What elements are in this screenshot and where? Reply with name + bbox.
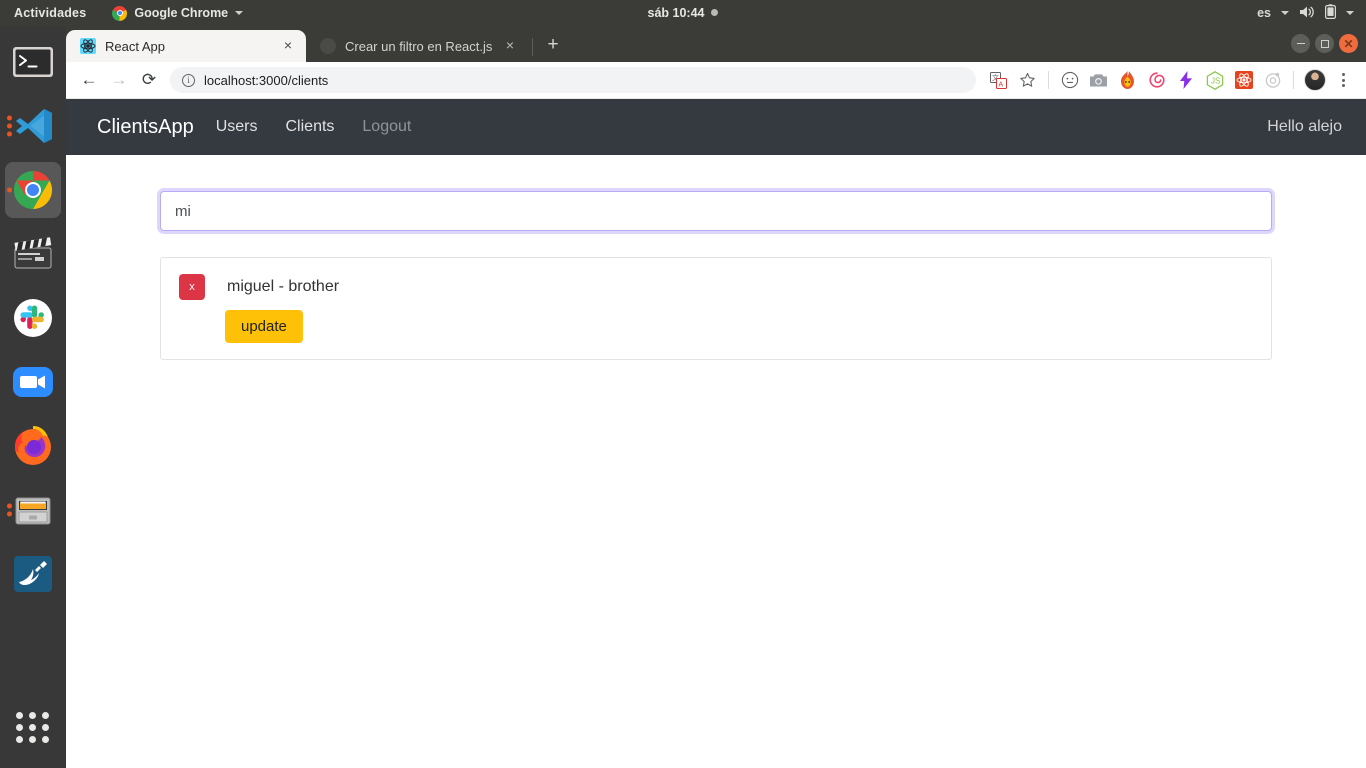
tab-react-app[interactable]: React App × <box>66 30 306 62</box>
reload-button[interactable]: ⟳ <box>134 65 164 95</box>
chevron-down-icon <box>1281 11 1289 15</box>
zoom-icon <box>13 367 53 397</box>
browser-toolbar: ← → ⟳ i localhost:3000/clients 文A JS <box>66 62 1366 99</box>
lightning-bolt-icon[interactable] <box>1171 66 1200 95</box>
blank-icon <box>320 38 336 54</box>
tab-strip: React App × Crear un filtro en React.js,… <box>66 26 1366 62</box>
emoji-face-icon[interactable] <box>1055 66 1084 95</box>
kebab-menu-icon[interactable] <box>1329 66 1358 95</box>
nav-link-users[interactable]: Users <box>216 118 258 136</box>
gnome-top-bar: Actividades Google Chrome sáb 10:44 es <box>0 0 1366 26</box>
svg-text:JS: JS <box>1211 76 1220 85</box>
window-controls: ✕ <box>1291 34 1358 53</box>
dock-item-file-manager[interactable] <box>5 482 61 538</box>
delete-client-button[interactable]: x <box>179 274 205 300</box>
client-row: x miguel - brother <box>179 274 1255 300</box>
notification-dot-icon <box>711 9 719 16</box>
running-indicator <box>7 187 12 193</box>
app-menu-chrome[interactable]: Google Chrome <box>112 5 244 21</box>
tab-separator <box>532 38 533 56</box>
tab-title: React App <box>105 38 165 54</box>
dock-item-zoom[interactable] <box>5 354 61 410</box>
minimize-button[interactable] <box>1291 34 1310 53</box>
terminal-icon <box>13 47 53 77</box>
dock-item-slack[interactable] <box>5 290 61 346</box>
volume-icon <box>1299 5 1315 22</box>
running-indicator <box>7 115 12 137</box>
search-input[interactable] <box>160 191 1272 231</box>
dock-item-terminal[interactable] <box>5 34 61 90</box>
slack-icon <box>14 299 52 337</box>
avatar[interactable] <box>1300 66 1329 95</box>
tab-title: Crear un filtro en React.js, <box>345 38 493 54</box>
ubuntu-dock <box>0 26 66 768</box>
dock-item-video-editor[interactable] <box>5 226 61 282</box>
app-navbar: ClientsApp Users Clients Logout Hello al… <box>66 99 1366 155</box>
nav-link-clients[interactable]: Clients <box>286 118 335 136</box>
activities-button[interactable]: Actividades <box>14 6 86 20</box>
mysql-workbench-icon <box>14 556 52 592</box>
fire-icon[interactable] <box>1113 66 1142 95</box>
navbar-brand[interactable]: ClientsApp <box>97 116 194 139</box>
vscode-icon <box>16 109 52 143</box>
chevron-down-icon <box>235 11 244 15</box>
maximize-button[interactable] <box>1315 34 1334 53</box>
url-text: localhost:3000/clients <box>204 72 329 88</box>
chrome-icon <box>13 170 53 210</box>
firefox-icon <box>15 426 51 465</box>
show-applications-button[interactable] <box>16 710 50 744</box>
language-indicator[interactable]: es <box>1257 6 1271 20</box>
client-label: miguel - brother <box>227 278 340 295</box>
update-client-button[interactable]: update <box>225 310 303 343</box>
battery-icon <box>1325 4 1337 22</box>
search-section <box>66 155 1366 231</box>
react-devtools-icon[interactable] <box>1229 66 1258 95</box>
nav-link-logout[interactable]: Logout <box>362 118 411 136</box>
chrome-icon <box>112 5 128 21</box>
camera-icon[interactable] <box>1084 66 1113 95</box>
close-icon[interactable]: × <box>502 38 518 54</box>
page-viewport: ClientsApp Users Clients Logout Hello al… <box>66 99 1366 767</box>
navbar-greeting: Hello alejo <box>1267 118 1342 135</box>
dock-item-mysql-workbench[interactable] <box>5 546 61 602</box>
app-menu-label: Google Chrome <box>134 6 229 20</box>
new-tab-button[interactable]: + <box>539 31 567 59</box>
close-icon[interactable]: × <box>280 38 296 54</box>
running-indicator <box>7 503 12 517</box>
chrome-window: React App × Crear un filtro en React.js,… <box>66 26 1366 768</box>
system-tray[interactable]: es <box>1257 4 1354 22</box>
react-icon <box>80 38 96 54</box>
dock-item-chrome[interactable] <box>5 162 61 218</box>
site-info-icon[interactable]: i <box>182 73 195 87</box>
page-content: x miguel - brother update <box>66 155 1366 360</box>
dock-item-firefox[interactable] <box>5 418 61 474</box>
toolbar-icons: 文A JS <box>984 66 1358 95</box>
file-cabinet-icon <box>15 497 51 525</box>
svg-text:A: A <box>999 81 1004 88</box>
close-window-button[interactable]: ✕ <box>1339 34 1358 53</box>
navbar-links: Users Clients Logout <box>216 118 412 136</box>
back-button[interactable]: ← <box>74 65 104 95</box>
target-icon[interactable] <box>1258 66 1287 95</box>
star-icon[interactable] <box>1013 66 1042 95</box>
toolbar-divider <box>1048 71 1049 89</box>
forward-button[interactable]: → <box>104 65 134 95</box>
dock-item-vscode[interactable] <box>5 98 61 154</box>
toolbar-divider <box>1293 71 1294 89</box>
address-bar[interactable]: i localhost:3000/clients <box>170 67 976 93</box>
tab-crear-filtro-react[interactable]: Crear un filtro en React.js, × <box>306 30 528 62</box>
clapperboard-icon <box>14 237 52 269</box>
nodejs-icon[interactable]: JS <box>1200 66 1229 95</box>
client-card: x miguel - brother update <box>160 257 1272 360</box>
spiral-icon[interactable] <box>1142 66 1171 95</box>
translate-icon[interactable]: 文A <box>984 66 1013 95</box>
clock-label: sáb 10:44 <box>647 6 705 20</box>
chevron-down-icon <box>1346 11 1354 15</box>
